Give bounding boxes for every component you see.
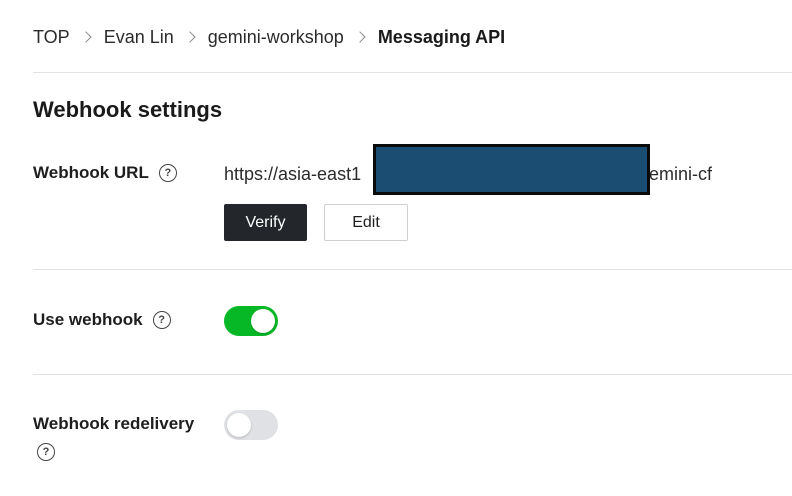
breadcrumb: TOP Evan Lin gemini-workshop Messaging A… bbox=[33, 26, 505, 48]
divider bbox=[33, 269, 792, 270]
breadcrumb-item-provider[interactable]: Evan Lin bbox=[104, 27, 174, 48]
breadcrumb-item-channel[interactable]: gemini-workshop bbox=[208, 27, 344, 48]
chevron-right-icon bbox=[80, 31, 92, 43]
webhook-redelivery-label: Webhook redelivery bbox=[33, 414, 194, 434]
help-icon[interactable]: ? bbox=[158, 164, 177, 182]
section-title: Webhook settings bbox=[33, 97, 223, 122]
toggle-knob bbox=[227, 413, 251, 437]
use-webhook-label: Use webhook ? bbox=[33, 310, 171, 330]
webhook-url-label: Webhook URL ? bbox=[33, 163, 177, 183]
webhook-redelivery-toggle[interactable] bbox=[224, 410, 278, 440]
help-icon[interactable]: ? bbox=[37, 443, 55, 461]
webhook-redelivery-label-text: Webhook redelivery bbox=[33, 414, 195, 433]
webhook-url-prefix: https://asia-east1 bbox=[224, 164, 362, 184]
divider bbox=[33, 72, 792, 73]
webhook-url-value: https://asia-east1 emini-cf bbox=[224, 164, 712, 185]
divider bbox=[33, 374, 792, 375]
breadcrumb-item-top[interactable]: TOP bbox=[33, 27, 70, 48]
webhook-url-suffix: emini-cf bbox=[649, 164, 713, 184]
chevron-right-icon bbox=[184, 31, 196, 43]
redaction-box bbox=[373, 144, 650, 195]
toggle-knob bbox=[251, 309, 275, 333]
breadcrumb-item-current: Messaging API bbox=[377, 26, 506, 47]
use-webhook-label-text: Use webhook bbox=[33, 310, 143, 329]
webhook-url-label-text: Webhook URL bbox=[33, 163, 149, 182]
use-webhook-toggle[interactable] bbox=[224, 306, 278, 336]
help-icon[interactable]: ? bbox=[152, 311, 171, 329]
webhook-settings-page: TOP Evan Lin gemini-workshop Messaging A… bbox=[0, 0, 792, 496]
chevron-right-icon bbox=[354, 31, 366, 43]
edit-button[interactable]: Edit bbox=[324, 204, 408, 241]
verify-button[interactable]: Verify bbox=[224, 204, 307, 241]
